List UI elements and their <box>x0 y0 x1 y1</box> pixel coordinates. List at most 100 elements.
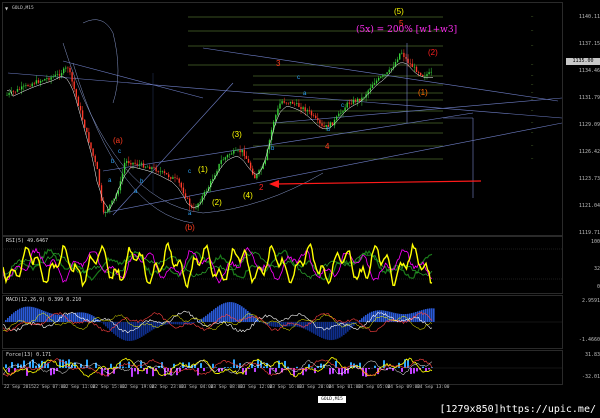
macd-chart[interactable] <box>3 296 562 348</box>
macd-histogram-bar <box>103 322 105 325</box>
macd-histogram-bar <box>277 322 279 328</box>
macd-histogram-bar <box>109 322 111 331</box>
force-chart[interactable] <box>3 351 562 384</box>
force-bar <box>320 363 322 368</box>
candle-body <box>342 111 344 113</box>
wave-label: c <box>188 169 191 175</box>
macd-histogram-bar <box>367 313 369 322</box>
candle-body <box>14 91 17 93</box>
macd-histogram-bar <box>107 322 109 329</box>
force-pane[interactable]: Force(13) 0.171 <box>2 350 563 385</box>
macd-histogram-bar <box>221 304 223 322</box>
force-bar <box>311 367 313 368</box>
macd-histogram-bar <box>333 322 335 340</box>
macd-histogram-bar <box>363 316 365 322</box>
macd-histogram-bar <box>5 319 7 322</box>
wave-label: (5) <box>394 7 404 16</box>
macd-histogram-bar <box>425 309 427 322</box>
macd-histogram-bar <box>81 312 83 322</box>
candle-body <box>247 158 250 163</box>
time-label: 23 Sep 08:00 <box>210 385 244 390</box>
macd-histogram-bar <box>55 314 57 322</box>
macd-histogram-bar <box>137 322 139 339</box>
candle-body <box>180 182 182 188</box>
macd-histogram-bar <box>31 306 33 322</box>
candle-body <box>96 162 98 170</box>
candle-body <box>39 80 42 83</box>
candle-body <box>184 193 187 198</box>
wave-label: 2 <box>259 183 264 192</box>
force-bar <box>428 368 430 370</box>
force-bar <box>248 368 250 370</box>
macd-histogram-bar <box>15 310 17 322</box>
candle-body <box>205 191 208 193</box>
candle-body <box>239 150 241 153</box>
macd-histogram-bar <box>335 322 337 340</box>
force-bar <box>131 368 133 377</box>
macd-histogram-bar <box>13 312 15 322</box>
candle-body <box>422 74 424 77</box>
candle-body <box>243 149 245 156</box>
candle-body <box>142 163 145 168</box>
candle-body <box>283 101 285 103</box>
macd-histogram-bar <box>283 322 285 327</box>
candle-body <box>147 166 149 168</box>
price-pane[interactable]: ▼ GOLD,M15 (5x) = 200% [w1+w3] (a) (b) (1)… <box>2 2 563 236</box>
time-label: 22 Sep 23:00 <box>151 385 185 390</box>
macd-histogram-bar <box>25 306 27 322</box>
macd-histogram-bar <box>231 302 233 322</box>
candle-body <box>357 98 359 102</box>
force-bar <box>389 368 391 370</box>
wave-label: b <box>271 146 275 152</box>
candle-body <box>81 110 84 120</box>
price-tick: 1134.46 <box>578 68 600 74</box>
candle-body <box>67 67 69 69</box>
candle-body <box>220 160 222 164</box>
macd-histogram-bar <box>67 314 69 322</box>
candle-body <box>354 99 357 102</box>
macd-histogram-bar <box>225 302 227 322</box>
macd-histogram-bar <box>135 322 137 340</box>
wave-label: (3) <box>232 130 242 139</box>
time-label: 23 Sep 12:00 <box>240 385 273 390</box>
force-bar <box>401 368 403 372</box>
macd-histogram-bar <box>315 322 317 335</box>
force-bar <box>212 363 214 368</box>
candle-body <box>352 99 355 104</box>
candle-body <box>371 84 374 89</box>
macd-histogram-bar <box>133 322 135 341</box>
candle-body <box>384 74 386 76</box>
force-bar <box>368 368 370 370</box>
candle-body <box>44 79 46 81</box>
macd-histogram-bar <box>33 307 35 322</box>
candle-body <box>86 127 88 133</box>
candle-body <box>287 102 290 104</box>
candle-body <box>71 72 73 82</box>
candle-body <box>35 80 38 84</box>
macd-histogram-bar <box>379 310 381 322</box>
candle-body <box>50 77 52 80</box>
candle-body <box>182 187 185 194</box>
footer-symbol-tab[interactable]: GOLD,M15 <box>318 396 346 403</box>
macd-histogram-bar <box>47 312 49 322</box>
macd-histogram-bar <box>171 322 173 325</box>
rsi-pane[interactable]: RSI(5) 49.6467 <box>2 236 563 294</box>
candle-body <box>48 78 50 80</box>
macd-histogram-bar <box>203 317 205 322</box>
force-bar <box>251 363 253 368</box>
candle-body <box>390 68 392 70</box>
fib-level-label: — <box>531 28 534 32</box>
candle-body <box>12 91 14 92</box>
candle-body <box>424 76 426 77</box>
candle-body <box>105 212 107 213</box>
macd-pane[interactable]: MACD(12,26,9) 0.399 0.210 <box>2 295 563 349</box>
time-label: 24 Sep 01:00 <box>328 385 362 390</box>
rsi-chart[interactable] <box>3 237 562 293</box>
candle-body <box>378 77 380 81</box>
candle-body <box>279 103 281 109</box>
force-bar <box>329 368 331 375</box>
price-chart[interactable] <box>3 3 562 235</box>
macd-histogram-bar <box>139 322 141 338</box>
force-bar <box>122 366 124 368</box>
candle-body <box>249 162 252 169</box>
